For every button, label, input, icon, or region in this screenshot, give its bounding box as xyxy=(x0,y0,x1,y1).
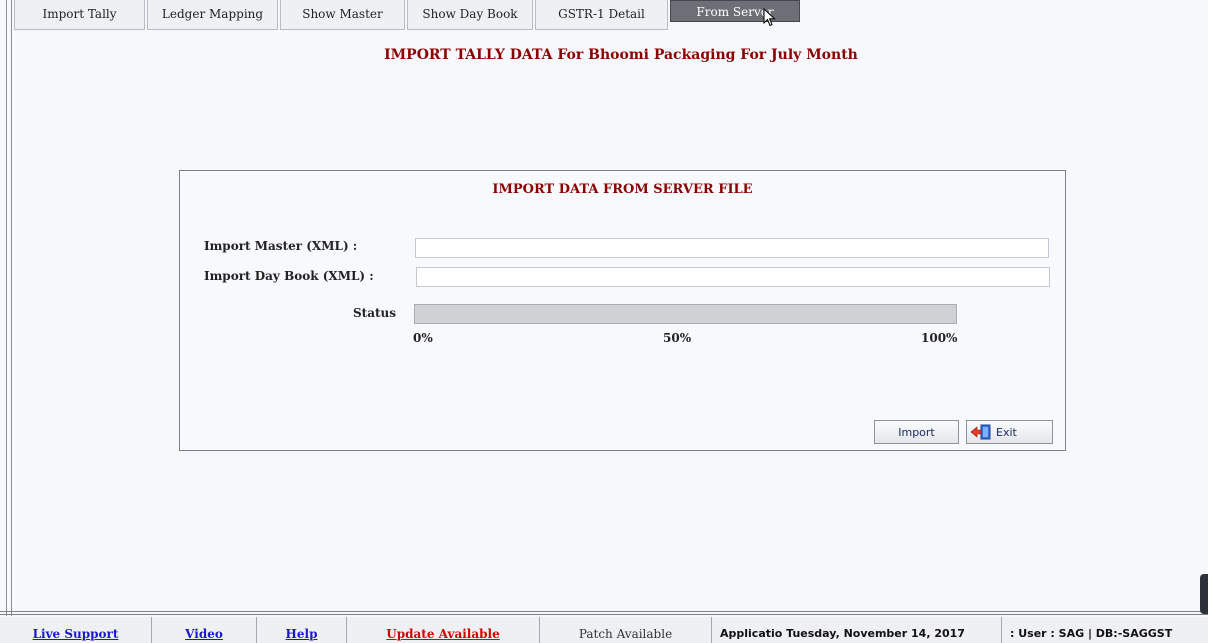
bottom-divider xyxy=(0,611,1208,615)
page-title: IMPORT TALLY DATA For Bhoomi Packaging F… xyxy=(384,47,858,63)
patch-available-text: Patch Available xyxy=(540,617,712,643)
help-link[interactable]: Help xyxy=(286,627,318,641)
status-progress-bar xyxy=(414,304,957,324)
import-panel: IMPORT DATA FROM SERVER FILE Import Mast… xyxy=(179,170,1066,451)
tab-show-master[interactable]: Show Master xyxy=(280,0,405,30)
app-window: Import Tally Ledger Mapping Show Master … xyxy=(0,0,1208,643)
application-date-text: Applicatio Tuesday, November 14, 2017 xyxy=(712,617,1002,643)
exit-button[interactable]: Exit xyxy=(966,420,1053,444)
tick-50: 50% xyxy=(663,331,692,345)
mouse-pointer-icon xyxy=(763,8,776,27)
import-daybook-input[interactable] xyxy=(416,267,1050,287)
panel-title: IMPORT DATA FROM SERVER FILE xyxy=(492,182,753,197)
status-cell-live-support: Live Support xyxy=(0,617,152,643)
status-label: Status xyxy=(353,306,397,320)
import-button[interactable]: Import xyxy=(874,420,959,444)
update-available-link[interactable]: Update Available xyxy=(386,627,499,641)
user-db-text: : User : SAG | DB:-SAGGST xyxy=(1010,627,1173,640)
left-border xyxy=(6,0,12,616)
import-master-label: Import Master (XML) : xyxy=(204,239,358,253)
import-daybook-label: Import Day Book (XML) : xyxy=(204,269,374,283)
tab-import-tally[interactable]: Import Tally xyxy=(14,0,145,30)
tick-0: 0% xyxy=(413,331,433,345)
exit-button-label: Exit xyxy=(996,425,1017,439)
status-cell-video: Video xyxy=(152,617,257,643)
tab-bar: Import Tally Ledger Mapping Show Master … xyxy=(14,0,802,30)
status-cell-update: Update Available xyxy=(347,617,540,643)
exit-door-icon xyxy=(970,424,991,440)
tab-from-server[interactable]: From Server xyxy=(670,0,800,22)
video-link[interactable]: Video xyxy=(185,627,223,641)
side-panel-handle[interactable] xyxy=(1200,574,1208,614)
import-master-input[interactable] xyxy=(415,238,1049,258)
live-support-link[interactable]: Live Support xyxy=(33,627,119,641)
tab-show-day-book[interactable]: Show Day Book xyxy=(407,0,533,30)
status-cell-help: Help xyxy=(257,617,347,643)
tab-gstr1-detail[interactable]: GSTR-1 Detail xyxy=(535,0,668,30)
status-bar: Live Support Video Help Update Available… xyxy=(0,617,1208,643)
tick-100: 100% xyxy=(921,331,958,345)
tab-ledger-mapping[interactable]: Ledger Mapping xyxy=(147,0,278,30)
